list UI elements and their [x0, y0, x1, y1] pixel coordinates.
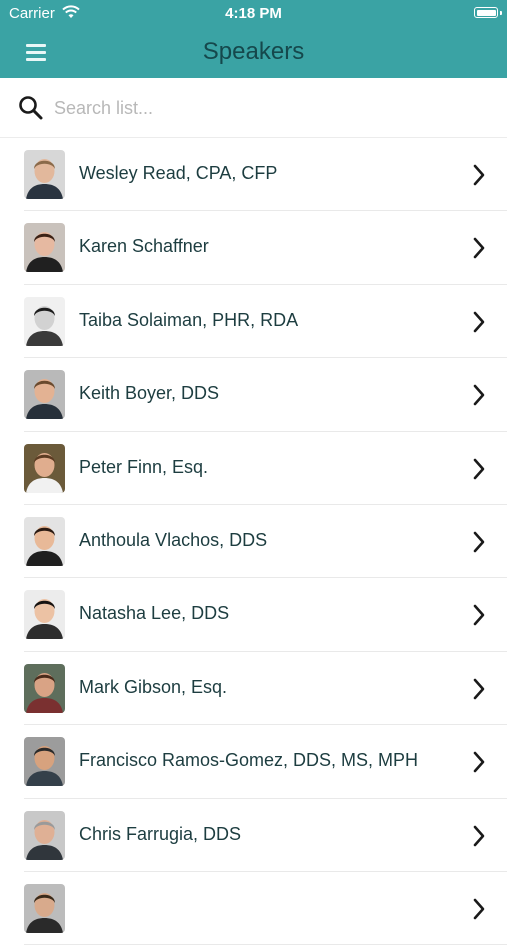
speaker-name: Peter Finn, Esq. [79, 456, 209, 477]
chevron-right-icon [473, 605, 485, 626]
speaker-name: Chris Farrugia, DDS [79, 823, 242, 844]
search-input[interactable] [54, 94, 484, 122]
chevron-right-icon [473, 898, 485, 920]
top-bar: Carrier 4:18 PM Speakers [0, 0, 507, 78]
speaker-list: Wesley Read, CPA, CFP Karen Schaffner Taib… [0, 138, 507, 945]
speaker-row[interactable]: Peter Finn, Esq. [0, 432, 507, 506]
speaker-name: Mark Gibson, Esq. [79, 676, 228, 697]
chevron-right-icon [473, 751, 485, 773]
search-icon [19, 96, 43, 120]
battery-tip [500, 11, 502, 15]
clock: 4:18 PM [225, 5, 282, 22]
chevron-right-icon [473, 238, 485, 259]
speaker-name: Wesley Read, CPA, CFP [79, 163, 278, 183]
speaker-avatar [24, 150, 65, 199]
page-title: Speakers [202, 38, 305, 65]
speaker-name: Anthoula Vlachos, DDS [79, 529, 268, 550]
search-bar [0, 78, 507, 138]
chevron-right-icon [473, 825, 485, 846]
speaker-row[interactable]: Keith Boyer, DDS [0, 358, 507, 432]
speaker-avatar [24, 737, 65, 787]
speaker-name: Natasha Lee, DDS [79, 603, 230, 624]
speaker-row[interactable]: Karen Schaffner [0, 211, 507, 286]
speaker-avatar [24, 663, 65, 713]
speaker-name: Keith Boyer, DDS [79, 383, 220, 404]
speaker-row[interactable]: Wesley Read, CPA, CFP [0, 138, 507, 212]
speaker-name: Francisco Ramos-Gomez, DDS, MS, MPH [79, 750, 419, 771]
speaker-name: Taiba Solaiman, PHR, RDA [79, 309, 299, 330]
chevron-right-icon [473, 458, 485, 479]
chevron-right-icon [473, 384, 485, 406]
speaker-avatar [24, 443, 65, 493]
speaker-row[interactable]: Natasha Lee, DDS [0, 578, 507, 653]
speaker-avatar [24, 516, 65, 566]
battery-icon [474, 7, 498, 18]
status-bar: Carrier 4:18 PM [0, 0, 507, 28]
speaker-row[interactable] [0, 872, 507, 945]
speaker-avatar [24, 223, 65, 273]
speaker-row[interactable]: Francisco Ramos-Gomez, DDS, MS, MPH [0, 725, 507, 799]
speaker-name: Karen Schaffner [79, 236, 209, 257]
speaker-avatar [24, 590, 65, 640]
speaker-avatar [24, 810, 65, 860]
navigation-bar: Speakers [0, 28, 507, 78]
speaker-row[interactable]: Taiba Solaiman, PHR, RDA [0, 285, 507, 359]
chevron-right-icon [473, 311, 485, 333]
chevron-right-icon [473, 678, 485, 700]
speaker-avatar [24, 296, 65, 346]
chevron-right-icon [473, 164, 485, 186]
chevron-right-icon [473, 531, 485, 553]
speaker-row[interactable]: Anthoula Vlachos, DDS [0, 505, 507, 579]
speaker-avatar [24, 883, 65, 933]
speaker-avatar [24, 370, 65, 420]
speaker-row[interactable]: Chris Farrugia, DDS [0, 799, 507, 873]
speaker-row[interactable]: Mark Gibson, Esq. [0, 652, 507, 726]
